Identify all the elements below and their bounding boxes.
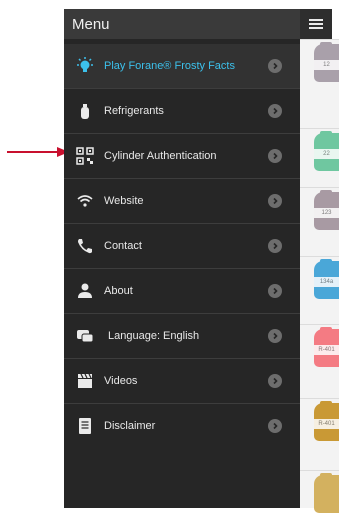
menu-item-label: Contact bbox=[104, 240, 142, 252]
cylinder-label: 12 bbox=[314, 60, 339, 70]
chevron-right-icon bbox=[268, 149, 282, 163]
menu-item-label: Videos bbox=[104, 375, 138, 387]
refrigerant-list-item[interactable]: 12 bbox=[300, 39, 339, 84]
cylinder-label: R-401 bbox=[314, 345, 339, 355]
cylinder-label: 22 bbox=[314, 149, 339, 159]
cylinder-image: 123 bbox=[314, 190, 339, 230]
menu-header: Menu bbox=[64, 9, 300, 39]
refrigerant-list-item[interactable]: 123 bbox=[300, 187, 339, 232]
menu-item-label: Refrigerants bbox=[104, 105, 164, 117]
person-icon bbox=[76, 282, 94, 300]
hamburger-icon bbox=[309, 19, 323, 29]
phone-icon bbox=[76, 237, 94, 255]
chevron-right-icon bbox=[268, 59, 282, 73]
chevron-right-icon bbox=[268, 104, 282, 118]
menu-item-cylinder-authentication[interactable]: Cylinder Authentication bbox=[64, 134, 300, 178]
refrigerant-bottle-icon bbox=[76, 102, 94, 120]
refrigerant-list-item[interactable]: 134a bbox=[300, 256, 339, 301]
wifi-icon bbox=[76, 192, 94, 210]
menu-item-label: Disclaimer bbox=[104, 420, 156, 432]
menu-item-refrigerants[interactable]: Refrigerants bbox=[64, 89, 300, 133]
menu-item-language[interactable]: Language: English bbox=[64, 314, 300, 358]
menu-title: Menu bbox=[72, 15, 110, 33]
cylinder-label: 123 bbox=[314, 208, 339, 218]
cylinder-image: 22 bbox=[314, 131, 339, 171]
menu-item-label: Website bbox=[104, 195, 144, 207]
cylinder-image: R-401 bbox=[314, 327, 339, 367]
refrigerant-list-item[interactable] bbox=[300, 470, 339, 515]
menu-item-about[interactable]: About bbox=[64, 269, 300, 313]
lightbulb-icon bbox=[76, 57, 94, 75]
hamburger-menu-button[interactable] bbox=[300, 9, 332, 39]
chevron-right-icon bbox=[268, 419, 282, 433]
chevron-right-icon bbox=[268, 194, 282, 208]
menu-item-label: About bbox=[104, 285, 133, 297]
cylinder-label: 134a bbox=[314, 277, 339, 287]
pointer-arrow-icon bbox=[7, 147, 69, 157]
menu-item-frosty-facts[interactable]: Play Forane® Frosty Facts bbox=[64, 44, 300, 88]
refrigerant-list-item[interactable]: R-401 bbox=[300, 324, 339, 369]
clapperboard-icon bbox=[76, 372, 94, 390]
menu-item-disclaimer[interactable]: Disclaimer bbox=[64, 404, 300, 448]
menu-item-label: Language: English bbox=[108, 330, 200, 342]
refrigerant-list-item[interactable]: R-401 bbox=[300, 398, 339, 443]
chevron-right-icon bbox=[268, 329, 282, 343]
cylinder-image: 134a bbox=[314, 259, 339, 299]
chevron-right-icon bbox=[268, 284, 282, 298]
cylinder-label: R-401 bbox=[314, 419, 339, 429]
chevron-right-icon bbox=[268, 239, 282, 253]
menu-item-website[interactable]: Website bbox=[64, 179, 300, 223]
navigation-drawer: Menu Play Forane® Frosty Facts Refrigera… bbox=[64, 9, 300, 508]
menu-item-label: Play Forane® Frosty Facts bbox=[104, 60, 235, 72]
menu-item-videos[interactable]: Videos bbox=[64, 359, 300, 403]
menu-item-label: Cylinder Authentication bbox=[104, 150, 217, 162]
chevron-right-icon bbox=[268, 374, 282, 388]
document-icon bbox=[76, 417, 94, 435]
refrigerant-list-item[interactable]: 22 bbox=[300, 128, 339, 173]
cylinder-image: R-401 bbox=[314, 401, 339, 441]
qr-code-icon bbox=[76, 147, 94, 165]
menu-item-contact[interactable]: Contact bbox=[64, 224, 300, 268]
speech-bubble-icon bbox=[76, 327, 94, 345]
cylinder-image bbox=[314, 473, 339, 513]
cylinder-image: 12 bbox=[314, 42, 339, 82]
